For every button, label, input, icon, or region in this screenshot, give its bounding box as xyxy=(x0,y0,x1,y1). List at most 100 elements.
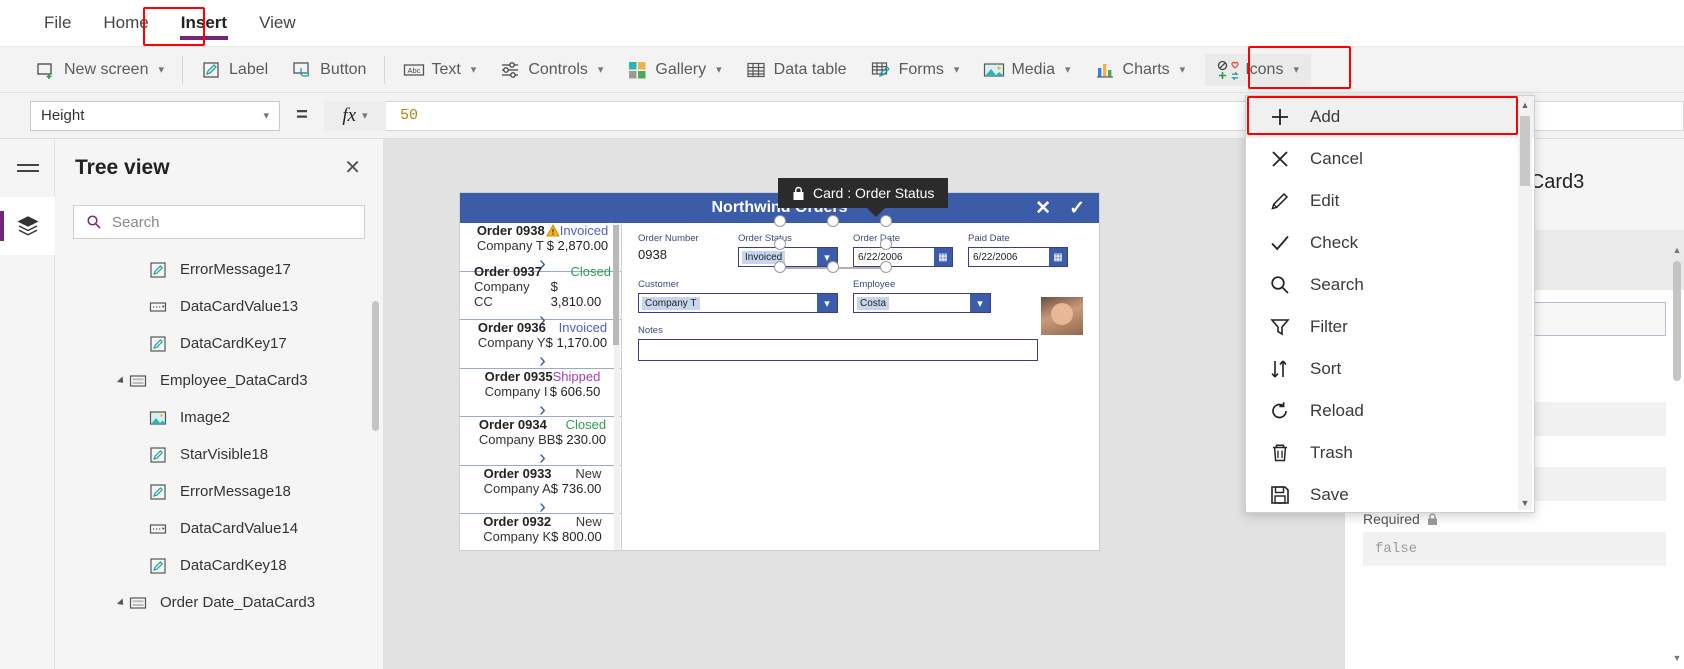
orders-gallery[interactable]: Order 0938 Invoiced Company T $ 2,870.00 › Or… xyxy=(460,223,622,550)
gallery-scrollbar-thumb[interactable] xyxy=(613,225,619,345)
tree-node[interactable]: Order Date_DataCard3 xyxy=(55,584,383,621)
tree-node[interactable]: StarVisible18 xyxy=(55,436,383,473)
tree-scrollbar[interactable] xyxy=(372,301,379,431)
gallery-status: Invoiced xyxy=(559,223,609,239)
tooltip-text: Card : Order Status xyxy=(813,185,935,201)
icons-menu-item-filter[interactable]: Filter xyxy=(1246,306,1534,348)
scroll-down-arrow[interactable]: ▼ xyxy=(1672,653,1682,663)
order-date-value: 6/22/2006 xyxy=(858,251,903,263)
tree-node-label: DataCardKey17 xyxy=(180,335,287,352)
layers-icon xyxy=(16,214,40,238)
sort-icon xyxy=(1268,358,1292,380)
chevron-down-icon: ▾ xyxy=(716,64,722,76)
calendar-icon[interactable]: ▦ xyxy=(1049,248,1067,266)
menu-item-insert[interactable]: Insert xyxy=(165,7,243,40)
icons-menu-item-cancel[interactable]: Cancel xyxy=(1246,138,1534,180)
ribbon-controls[interactable]: Controls ▾ xyxy=(488,54,615,86)
icons-menu-item-label: Check xyxy=(1310,233,1359,252)
tree-node[interactable]: Image2 xyxy=(55,399,383,436)
gallery-row[interactable]: Order 0932 New Company K$ 800.00› xyxy=(460,514,621,550)
tree-node[interactable]: ErrorMessage18 xyxy=(55,473,383,510)
chevron-down-icon[interactable]: ▾ xyxy=(970,294,990,312)
paid-date-input[interactable]: 6/22/2006 ▦ xyxy=(968,247,1068,267)
order-status-dropdown[interactable]: Invoiced ▾ xyxy=(738,247,838,267)
menu-item-home[interactable]: Home xyxy=(87,7,164,39)
employee-dropdown[interactable]: Costa ▾ xyxy=(853,293,991,313)
menu-item-view[interactable]: View xyxy=(243,7,312,39)
tree-node[interactable]: DataCardKey17 xyxy=(55,325,383,362)
ribbon-text[interactable]: Abc Text ▾ xyxy=(391,54,488,86)
close-icon[interactable]: ✕ xyxy=(344,158,361,178)
gallery-row[interactable]: Order 0936 Invoiced Company Y $ 1,170.00 › xyxy=(460,320,621,372)
chevron-down-icon[interactable]: ▾ xyxy=(817,294,837,312)
new-screen-icon xyxy=(36,60,56,80)
tree-view-rail-button[interactable] xyxy=(0,197,55,255)
menu-item-file[interactable]: File xyxy=(28,7,87,39)
close-icon[interactable]: ✕ xyxy=(1035,197,1051,220)
icons-menu-item-edit[interactable]: Edit xyxy=(1246,180,1534,222)
scroll-up-arrow[interactable]: ▲ xyxy=(1672,245,1682,255)
property-selector[interactable]: Height ▾ xyxy=(30,100,280,131)
gallery-row[interactable]: Order 0933 New Company A $ 736.00 › xyxy=(460,466,621,518)
scroll-up-arrow[interactable]: ▲ xyxy=(1518,98,1532,112)
icons-menu-item-save[interactable]: Save xyxy=(1246,474,1534,516)
card-tooltip: Card : Order Status xyxy=(778,178,949,217)
ribbon-data-table[interactable]: Data table xyxy=(734,54,859,86)
gallery-row[interactable]: Order 0935 Shipped Company I $ 606.50 › xyxy=(460,369,621,421)
insert-ribbon: New screen ▾ Label Button Abc Text ▾ Con… xyxy=(0,47,1684,93)
scroll-down-arrow[interactable]: ▼ xyxy=(1518,496,1532,510)
icons-menu-item-add[interactable]: Add xyxy=(1246,96,1534,138)
customer-dropdown[interactable]: Company T ▾ xyxy=(638,293,838,313)
order-date-input[interactable]: 6/22/2006 ▦ xyxy=(853,247,953,267)
ribbon-media[interactable]: Media ▾ xyxy=(971,54,1082,86)
gallery-amount: $ 2,870.00 xyxy=(546,238,609,254)
chevron-right-icon[interactable]: › xyxy=(532,544,554,550)
gallery-company: Company I xyxy=(484,383,548,399)
tree-node[interactable]: Employee_DataCard3 xyxy=(55,362,383,399)
fx-button[interactable]: fx ▾ xyxy=(324,100,386,131)
expand-collapse-icon[interactable] xyxy=(113,375,129,386)
tree-node[interactable]: DataCardValue13 xyxy=(55,288,383,325)
ribbon-label-text: Label xyxy=(229,60,269,78)
gallery-amount: $ 3,810.00 xyxy=(550,279,602,310)
icons-menu-scrollbar-thumb[interactable] xyxy=(1520,116,1530,186)
tree-search-input[interactable]: Search xyxy=(73,205,365,239)
tree-node[interactable]: DataCardKey18 xyxy=(55,547,383,584)
order-number-value: 0938 xyxy=(638,247,667,262)
ribbon-new-screen[interactable]: New screen ▾ xyxy=(24,54,176,86)
expand-collapse-icon[interactable] xyxy=(113,597,129,608)
app-body: Order 0938 Invoiced Company T $ 2,870.00 › Or… xyxy=(460,223,1099,550)
icons-menu-item-sort[interactable]: Sort xyxy=(1246,348,1534,390)
menu-label: File xyxy=(44,13,72,32)
save-icon xyxy=(1268,484,1292,506)
chevron-down-icon: ▾ xyxy=(263,110,269,122)
icons-menu-item-reload[interactable]: Reload xyxy=(1246,390,1534,432)
ribbon-button[interactable]: Button xyxy=(280,54,378,86)
ribbon-icons[interactable]: Icons ▾ xyxy=(1205,53,1311,86)
gallery-company: Company Y xyxy=(477,335,546,351)
gallery-row[interactable]: Order 0934 Closed Company BB $ 230.00 › xyxy=(460,417,621,469)
ribbon-gallery[interactable]: Gallery ▾ xyxy=(615,54,733,86)
ribbon-label[interactable]: Label xyxy=(189,54,280,86)
tree-node[interactable]: ErrorMessage17 xyxy=(55,251,383,288)
icons-menu-scrollbar-track[interactable]: ▲ ▼ xyxy=(1518,98,1532,510)
calendar-icon[interactable]: ▦ xyxy=(934,248,952,266)
gallery-row[interactable]: Order 0937 Closed Company CC $ 3,810.00 › xyxy=(460,264,621,331)
ribbon-charts[interactable]: Charts ▾ xyxy=(1083,54,1198,86)
required-input[interactable]: false xyxy=(1363,532,1666,566)
gallery-scrollbar-track[interactable] xyxy=(613,223,620,550)
datacard-icon xyxy=(129,594,151,612)
hamburger-menu-button[interactable] xyxy=(0,139,55,197)
order-detail-form: Order Number 0938 Order Status Invoiced … xyxy=(622,223,1099,550)
notes-input[interactable] xyxy=(638,339,1038,361)
properties-scrollbar[interactable] xyxy=(1673,261,1681,381)
chevron-down-icon: ▾ xyxy=(362,110,368,122)
icons-menu-item-search[interactable]: Search xyxy=(1246,264,1534,306)
chevron-down-icon[interactable]: ▾ xyxy=(817,248,837,266)
icons-menu-item-trash[interactable]: Trash xyxy=(1246,432,1534,474)
ribbon-forms[interactable]: Forms ▾ xyxy=(859,54,972,86)
icons-menu-item-check[interactable]: Check xyxy=(1246,222,1534,264)
notes-field: Notes xyxy=(638,325,1038,361)
check-icon[interactable]: ✓ xyxy=(1069,197,1085,220)
tree-node[interactable]: DataCardValue14 xyxy=(55,510,383,547)
